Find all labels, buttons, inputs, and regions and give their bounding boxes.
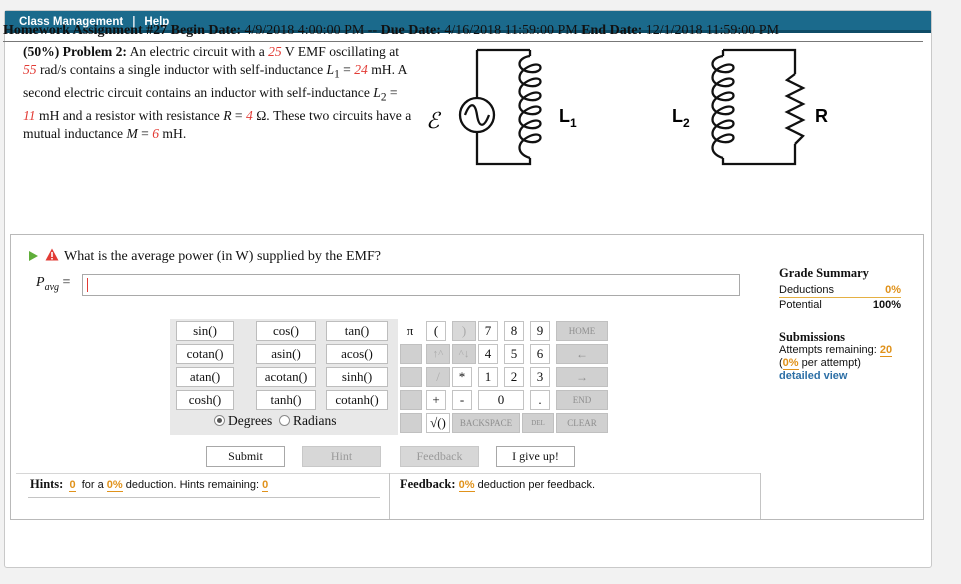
key-plus[interactable]: + — [426, 390, 446, 410]
inductor-l2-icon — [711, 54, 735, 160]
key-multiply[interactable]: * — [452, 367, 472, 387]
key-3[interactable]: 3 — [530, 367, 550, 387]
key-minus[interactable]: - — [452, 390, 472, 410]
detailed-view-link[interactable]: detailed view — [779, 370, 901, 383]
r-label: R — [815, 106, 828, 126]
problem-statement: (50%) Problem 2: An electric circuit wit… — [23, 44, 412, 141]
key-left-arrow[interactable]: ← — [556, 344, 608, 364]
assignment-header: Homework Assignment #27 Begin Date: 4/9/… — [3, 23, 780, 38]
warning-icon — [45, 248, 59, 261]
key-sqrt[interactable]: √() — [426, 413, 450, 433]
key-pi[interactable]: π — [400, 321, 420, 341]
key-down-caret[interactable]: ^↓ — [452, 344, 476, 364]
key-atan[interactable]: atan() — [176, 367, 234, 387]
key-sinh[interactable]: sinh() — [326, 367, 388, 387]
give-up-button[interactable]: I give up! — [496, 446, 575, 467]
key-2[interactable]: 2 — [504, 367, 524, 387]
key-6[interactable]: 6 — [530, 344, 550, 364]
key-cotanh[interactable]: cotanh() — [326, 390, 388, 410]
key-acotan[interactable]: acotan() — [256, 367, 316, 387]
math-keypad: sin() cos() tan() cotan() asin() acos() … — [170, 319, 610, 435]
key-clear[interactable]: CLEAR — [556, 413, 608, 433]
key-right-arrow[interactable]: → — [556, 367, 608, 387]
hints-top-divider — [16, 473, 760, 474]
key-sin[interactable]: sin() — [176, 321, 234, 341]
submissions-panel: Submissions Attempts remaining: 20 (0% p… — [779, 331, 901, 383]
key-lparen[interactable]: ( — [426, 321, 446, 341]
key-4[interactable]: 4 — [478, 344, 498, 364]
key-divide[interactable]: / — [426, 367, 450, 387]
hint-button[interactable]: Hint — [302, 446, 381, 467]
key-acos[interactable]: acos() — [326, 344, 388, 364]
answer-input[interactable] — [82, 274, 740, 296]
inductor-l1-icon — [518, 54, 542, 160]
l1-label: L1 — [559, 106, 577, 130]
key-8[interactable]: 8 — [504, 321, 524, 341]
key-blank-2 — [400, 367, 422, 387]
key-5[interactable]: 5 — [504, 344, 524, 364]
feedback-button[interactable]: Feedback — [400, 446, 479, 467]
feedback-info: Feedback: 0% deduction per feedback. — [400, 477, 596, 492]
submit-button[interactable]: Submit — [206, 446, 285, 467]
key-cosh[interactable]: cosh() — [176, 390, 234, 410]
key-cos[interactable]: cos() — [256, 321, 316, 341]
degrees-radio[interactable]: Degrees — [214, 413, 272, 428]
hints-feedback-divider — [389, 473, 390, 519]
circuit-diagram: ℰ L1 L2 R — [426, 48, 828, 166]
angle-mode: Degrees Radians — [214, 413, 336, 429]
key-home[interactable]: HOME — [556, 321, 608, 341]
key-asin[interactable]: asin() — [256, 344, 316, 364]
answer-variable-label: Pavg = — [36, 275, 71, 293]
header-divider — [3, 41, 923, 42]
play-icon[interactable] — [29, 251, 38, 261]
key-9[interactable]: 9 — [530, 321, 550, 341]
radians-radio[interactable]: Radians — [278, 413, 336, 428]
key-dot[interactable]: . — [530, 390, 550, 410]
question-text: What is the average power (in W) supplie… — [64, 249, 381, 264]
grade-summary: Grade Summary Deductions 0% Potential 100% — [779, 266, 901, 311]
key-blank-4 — [400, 413, 422, 433]
key-0[interactable]: 0 — [478, 390, 524, 410]
key-cotan[interactable]: cotan() — [176, 344, 234, 364]
key-tanh[interactable]: tanh() — [256, 390, 316, 410]
key-tan[interactable]: tan() — [326, 321, 388, 341]
key-backspace[interactable]: BACKSPACE — [452, 413, 520, 433]
key-up-caret[interactable]: ↑^ — [426, 344, 450, 364]
key-blank-3 — [400, 390, 422, 410]
hints-info: Hints: 0 for a 0% deduction. Hints remai… — [30, 477, 269, 492]
key-blank-1 — [400, 344, 422, 364]
key-1[interactable]: 1 — [478, 367, 498, 387]
hints-divider — [28, 497, 380, 498]
key-7[interactable]: 7 — [478, 321, 498, 341]
key-end[interactable]: END — [556, 390, 608, 410]
resistor-icon — [784, 73, 806, 145]
feedback-right-border — [760, 473, 761, 519]
key-del[interactable]: DEL — [522, 413, 554, 433]
emf-symbol: ℰ — [426, 109, 442, 134]
text-caret — [87, 278, 88, 292]
key-rparen[interactable]: ) — [452, 321, 476, 341]
l2-label: L2 — [672, 106, 690, 130]
